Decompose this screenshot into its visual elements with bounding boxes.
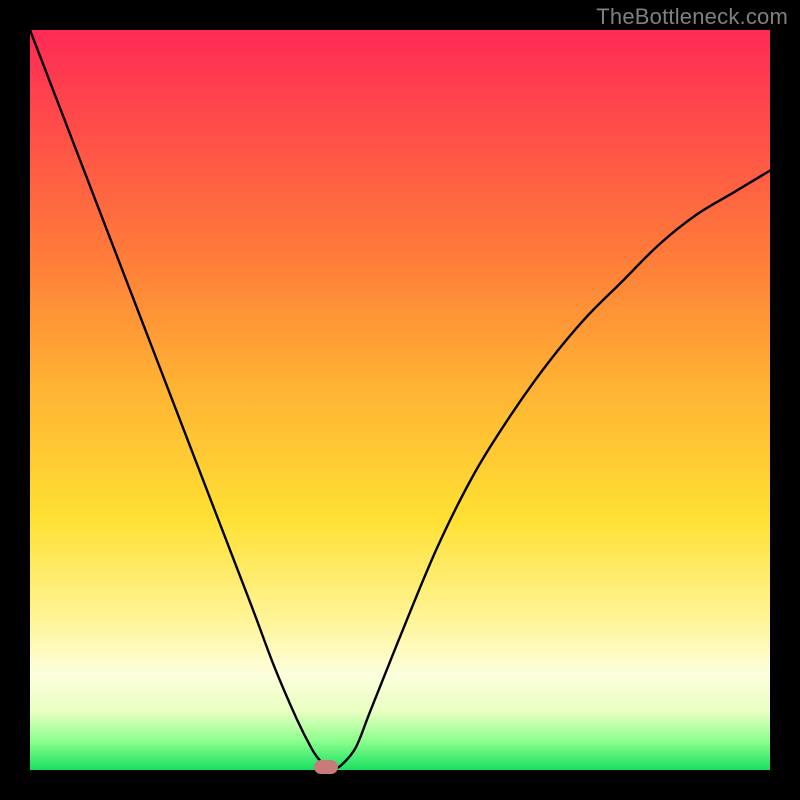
curve-path	[30, 30, 770, 768]
optimum-marker	[314, 760, 338, 774]
watermark-text: TheBottleneck.com	[596, 4, 788, 30]
chart-frame: TheBottleneck.com	[0, 0, 800, 800]
bottleneck-curve	[30, 30, 770, 770]
plot-area	[30, 30, 770, 770]
